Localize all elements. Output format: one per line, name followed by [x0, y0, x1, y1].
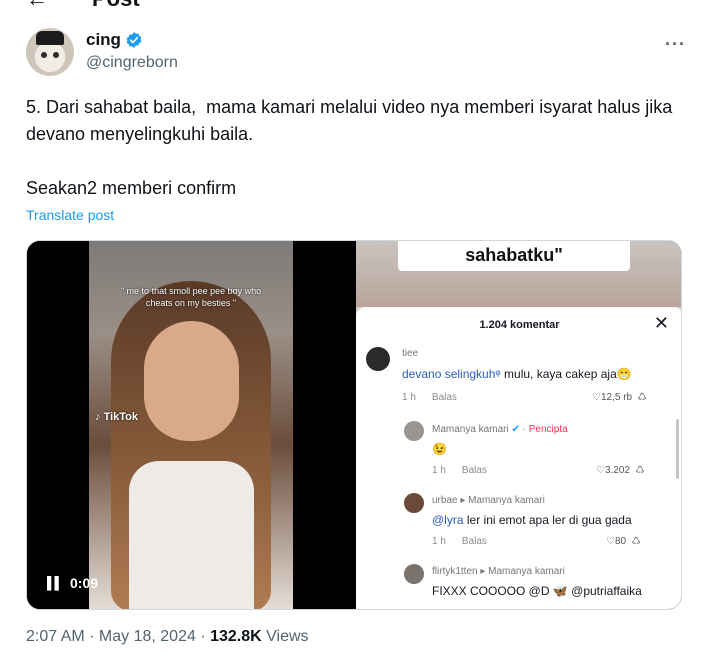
translate-post-link[interactable]: Translate post [26, 207, 114, 223]
tiktok-watermark: ♪ TikTok [95, 411, 138, 423]
media-grid: " me to that smoll pee pee boy who cheat… [26, 240, 682, 610]
scrollbar [676, 419, 679, 479]
page-title: Post [92, 0, 140, 12]
post-date[interactable]: May 18, 2024 [99, 628, 196, 645]
post-time[interactable]: 2:07 AM [26, 628, 85, 645]
comment-likes: ♡3.202 ♺ [596, 465, 645, 476]
comment-likes: ♡80 ♺ [606, 536, 641, 547]
comments-sheet: 1.204 komentar ✕ tiee devano selingkuhᵠ … [356, 307, 681, 609]
pause-icon[interactable]: ▌▌ [47, 576, 63, 590]
comment-username: flirtyk1tten ▸ Mamanya kamari [432, 566, 565, 577]
video-time: 0:09 [70, 575, 99, 591]
comments-count: 1.204 komentar [479, 319, 560, 331]
video-controls[interactable]: ▌▌ 0:09 [47, 575, 98, 591]
story-background: sahabatku" [356, 241, 681, 307]
comment-avatar [404, 564, 424, 584]
video-caption: " me to that smoll pee pee boy who cheat… [120, 286, 262, 308]
post-footer: 2:07 AM · May 18, 2024 · 132.8K Views [26, 628, 309, 645]
views-count: 132.8K [210, 628, 262, 645]
video-player[interactable]: " me to that smoll pee pee boy who cheat… [27, 241, 353, 609]
comment-avatar [366, 347, 390, 371]
comment-username: Mamanya kamari ✔ · Pencipta [432, 424, 568, 435]
comment-username: urbae ▸ Mamanya kamari [432, 495, 545, 506]
tweet-paragraph: 5. Dari sahabat baila, mama kamari melal… [26, 97, 678, 144]
comment-avatar [404, 421, 424, 441]
comment-text: devano selingkuhᵠ mulu, kaya cakep aja😁 [402, 367, 632, 381]
tweet-text: 5. Dari sahabat baila, mama kamari melal… [26, 94, 686, 202]
comment-text: @lyra ler ini emot apa ler di gua gada [432, 513, 632, 527]
comments-screenshot[interactable]: sahabatku" 1.204 komentar ✕ tiee devano … [356, 241, 681, 609]
user-handle[interactable]: @cingreborn [86, 54, 178, 72]
comment-text: 😉 [432, 442, 447, 456]
post-header: ← Post [0, 0, 720, 12]
comment-meta: 1 h Balas [432, 465, 487, 476]
display-name[interactable]: cing [86, 30, 121, 50]
post-author: cing @cingreborn ··· [26, 28, 694, 80]
close-icon: ✕ [653, 313, 669, 333]
comment-meta: 1 h Balas [402, 392, 457, 403]
comment-username: tiee [402, 348, 419, 359]
comment-likes: ♡12,5 rb ♺ [592, 392, 647, 403]
more-options-icon[interactable]: ··· [665, 34, 686, 55]
tweet-paragraph: Seakan2 memberi confirm [26, 178, 237, 198]
story-label: sahabatku" [398, 241, 630, 271]
comment-text: FIXXX COOOOO @D 🦋 @putriaffaika [432, 584, 642, 598]
comment-meta: 1 h Balas [432, 536, 487, 547]
verified-badge-icon [126, 32, 142, 48]
comment-avatar [404, 493, 424, 513]
views-label: Views [261, 628, 309, 645]
back-arrow-icon[interactable]: ← [26, 0, 48, 12]
avatar[interactable] [26, 28, 74, 76]
video-thumbnail: " me to that smoll pee pee boy who cheat… [89, 241, 293, 609]
